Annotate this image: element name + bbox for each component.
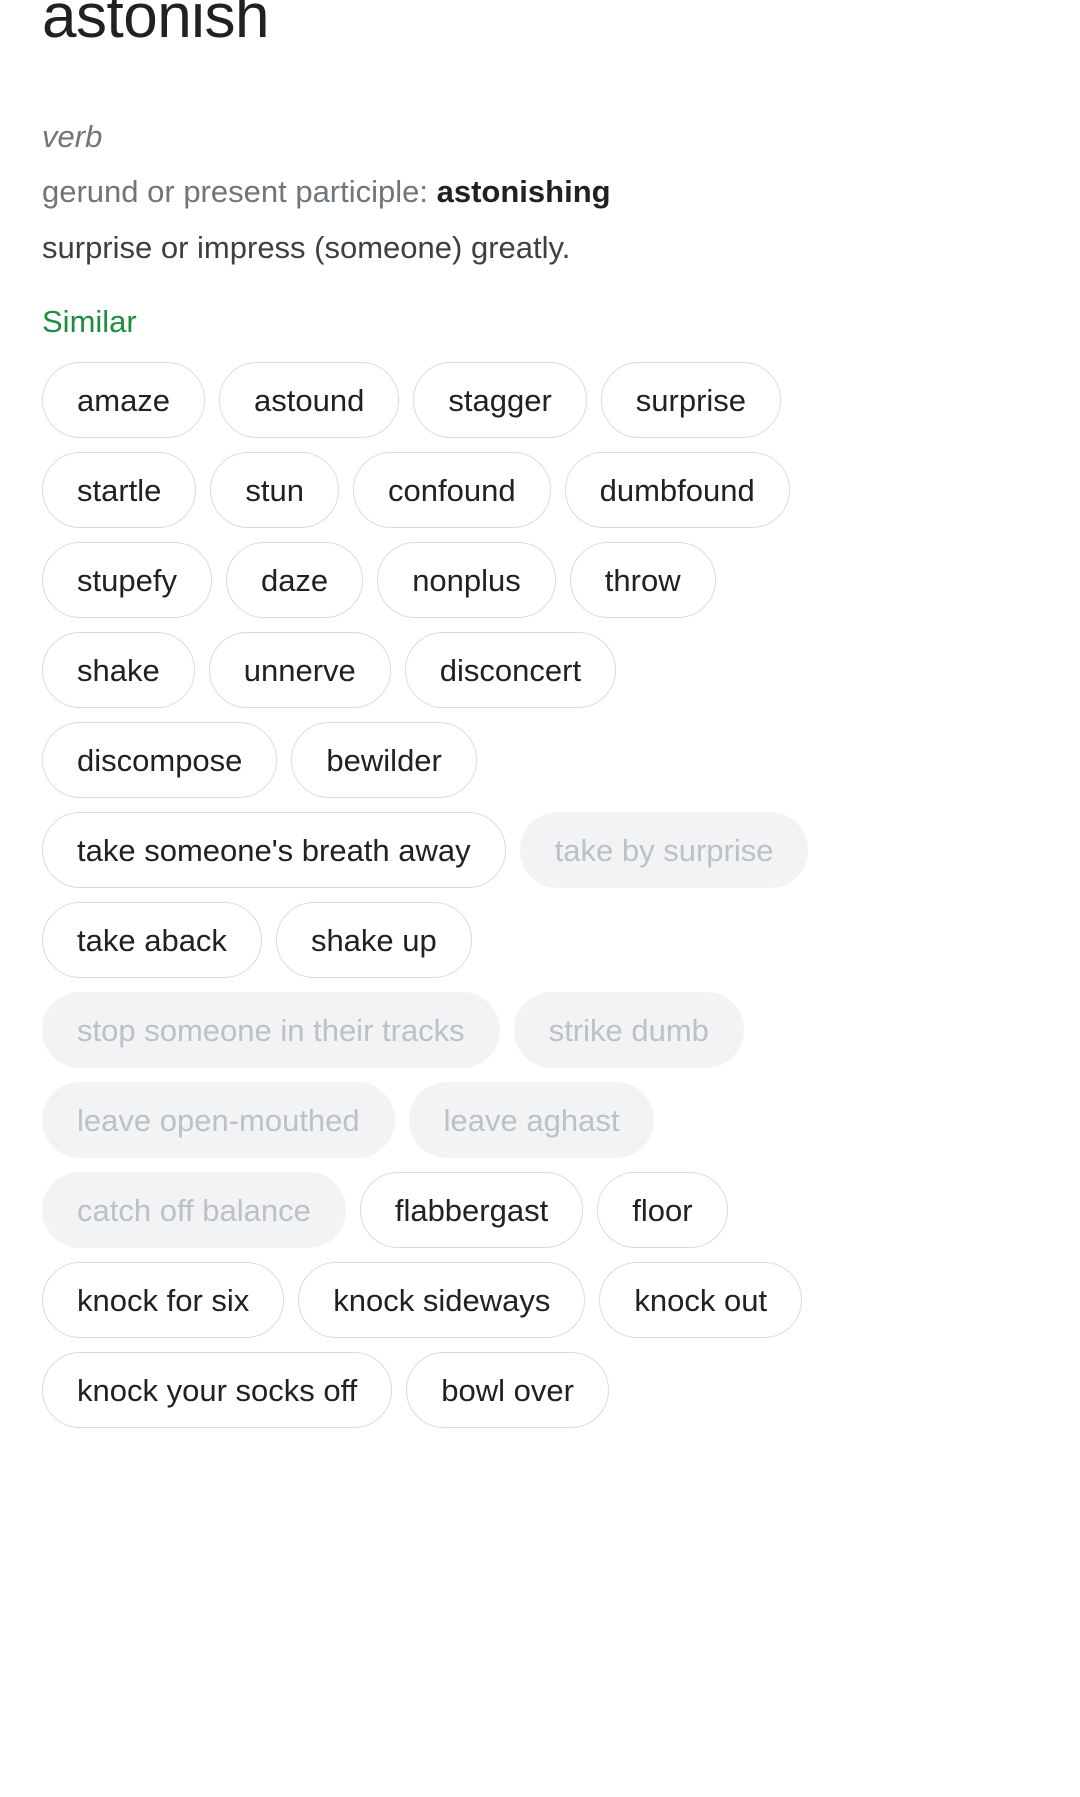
similar-chip[interactable]: bewilder [291,722,477,798]
dictionary-entry-page: astonish verb gerund or present particip… [0,0,1080,1797]
similar-chip[interactable]: stupefy [42,542,212,618]
similar-chip[interactable]: knock your socks off [42,1352,393,1428]
similar-chip[interactable]: shake [42,632,195,708]
similar-chip[interactable]: daze [225,542,364,618]
similar-chip[interactable]: knock for six [42,1262,285,1338]
similar-chip[interactable]: knock sideways [298,1262,586,1338]
similar-chip-list: amaze astound stagger surprise startle stun co… [42,362,812,1428]
similar-chip[interactable]: knock out [599,1262,803,1338]
definition-block: verb gerund or present participle: aston… [42,110,1038,276]
similar-chip[interactable]: leave aghast [408,1082,655,1158]
similar-chip[interactable]: stun [210,452,340,528]
part-of-speech-label: verb [42,119,103,154]
page-title: astonish [42,0,269,51]
similar-chip[interactable]: discompose [42,722,278,798]
similar-chip[interactable]: startle [42,452,197,528]
similar-chip[interactable]: amaze [42,362,206,438]
similar-section-heading: Similar [42,304,137,339]
similar-chip[interactable]: floor [597,1172,728,1248]
similar-chip[interactable]: dumbfound [564,452,790,528]
inflection-value: astonishing [436,174,611,209]
inflection-label: gerund or present participle: [42,174,437,209]
similar-chip[interactable]: take by surprise [519,812,809,888]
similar-chip[interactable]: take someone's breath away [42,812,506,888]
similar-chip[interactable]: catch off balance [42,1172,346,1248]
inflection-line: gerund or present participle: astonishin… [42,164,1038,220]
similar-chip[interactable]: disconcert [404,632,617,708]
similar-chip[interactable]: stop someone in their tracks [42,992,500,1068]
similar-chip[interactable]: nonplus [377,542,556,618]
similar-chip[interactable]: surprise [600,362,782,438]
similar-chip[interactable]: confound [353,452,551,528]
similar-chip[interactable]: unnerve [208,632,391,708]
similar-chip[interactable]: astound [219,362,400,438]
similar-chip[interactable]: take aback [42,902,262,978]
similar-chip[interactable]: shake up [275,902,472,978]
similar-chip[interactable]: stagger [413,362,587,438]
similar-chip[interactable]: bowl over [406,1352,609,1428]
sense-definition: surprise or impress (someone) greatly. [42,230,571,265]
similar-chip[interactable]: flabbergast [359,1172,584,1248]
similar-chip[interactable]: leave open-mouthed [42,1082,395,1158]
similar-chip[interactable]: throw [569,542,716,618]
similar-chip[interactable]: strike dumb [513,992,744,1068]
